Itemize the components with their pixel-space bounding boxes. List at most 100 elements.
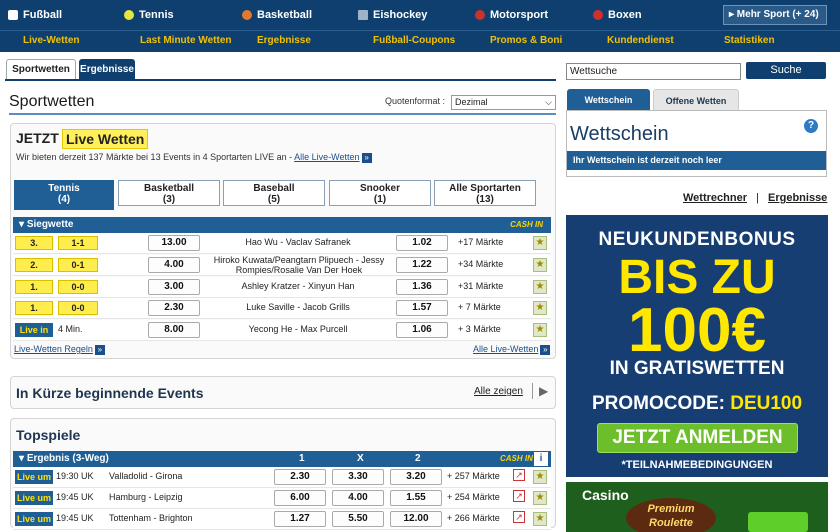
markets-link[interactable]: +17 Märkte xyxy=(458,237,503,247)
star-icon[interactable]: ★ xyxy=(533,236,547,250)
odd-button[interactable]: 4.00 xyxy=(148,257,200,273)
banner-gratiswetten: IN GRATISWETTEN xyxy=(609,358,785,379)
sport-tab-alle[interactable]: Alle Sportarten (13) xyxy=(434,180,536,206)
set-badge: 3. xyxy=(15,236,53,250)
match-name[interactable]: Hiroko Kuwata/Peangtarn Plipuech - Jessy… xyxy=(205,255,393,275)
sport-link-motorsport[interactable]: Motorsport xyxy=(475,5,548,25)
subnav-ergebnisse[interactable]: Ergebnisse xyxy=(257,34,311,48)
star-icon[interactable]: ★ xyxy=(533,280,547,294)
odd-button[interactable]: 1.57 xyxy=(396,300,448,316)
odd-button[interactable]: 1.55 xyxy=(390,490,442,506)
tab-offene-wetten[interactable]: Offene Wetten xyxy=(653,89,739,111)
odd-button[interactable]: 8.00 xyxy=(148,322,200,338)
tab-wettschein[interactable]: Wettschein xyxy=(567,89,650,111)
casino-play-button[interactable] xyxy=(748,512,808,532)
markets-link[interactable]: + 3 Märkte xyxy=(458,324,501,334)
markets-link[interactable]: + 257 Märkte xyxy=(447,471,500,481)
odd-button[interactable]: 2.30 xyxy=(148,300,200,316)
sport-link-boxen[interactable]: Boxen xyxy=(593,5,642,25)
star-icon[interactable]: ★ xyxy=(533,512,547,526)
quotenformat-select[interactable]: Dezimal ⌵ xyxy=(451,95,556,110)
sport-tab-tennis[interactable]: Tennis (4) xyxy=(14,180,114,210)
sub-navigation: Live-Wetten Last Minute Wetten Ergebniss… xyxy=(0,30,840,52)
basketball-icon xyxy=(242,10,252,20)
stats-icon[interactable]: ↗ xyxy=(513,469,525,481)
all-live-wetten-link[interactable]: Alle Live-Wetten xyxy=(294,152,359,162)
odd-button[interactable]: 3.00 xyxy=(148,279,200,295)
match-name[interactable]: Tottenham - Brighton xyxy=(109,513,193,523)
bonus-banner[interactable]: NEUKUNDENBONUS BIS ZU 100€ IN GRATISWETT… xyxy=(566,215,828,477)
match-name[interactable]: Luke Saville - Jacob Grills xyxy=(203,302,393,312)
subnav-live-wetten[interactable]: Live-Wetten xyxy=(23,34,80,48)
tennis-ball-icon xyxy=(124,10,134,20)
markets-link[interactable]: + 254 Märkte xyxy=(447,492,500,502)
live-wetten-badge: Live Wetten xyxy=(62,129,149,149)
sport-tab-basketball[interactable]: Basketball (3) xyxy=(118,180,220,206)
search-input[interactable]: Wettsuche xyxy=(566,63,741,80)
stats-icon[interactable]: ↗ xyxy=(513,490,525,502)
sport-link-tennis[interactable]: Tennis xyxy=(124,5,174,25)
match-name[interactable]: Yecong He - Max Purcell xyxy=(203,324,393,334)
sport-tab-baseball[interactable]: Baseball (5) xyxy=(223,180,325,206)
subnav-last-minute[interactable]: Last Minute Wetten xyxy=(140,34,231,48)
subnav-kundendienst[interactable]: Kundendienst xyxy=(607,34,674,48)
star-icon[interactable]: ★ xyxy=(533,258,547,272)
markets-link[interactable]: +31 Märkte xyxy=(458,281,503,291)
odd-button[interactable]: 1.36 xyxy=(396,279,448,295)
live-um-badge: Live um xyxy=(15,491,53,505)
upcoming-title: In Kürze beginnende Events xyxy=(16,385,204,401)
match-name[interactable]: Hamburg - Leipzig xyxy=(109,492,183,502)
casino-label: Casino xyxy=(582,487,629,503)
sport-link-eishockey[interactable]: Eishockey xyxy=(358,5,427,25)
wettschein-empty-message: Ihr Wettschein ist derzeit noch leer xyxy=(567,151,826,170)
match-name[interactable]: Ashley Kratzer - Xinyun Han xyxy=(203,281,393,291)
sport-link-basketball[interactable]: Basketball xyxy=(242,5,312,25)
stats-icon[interactable]: ↗ xyxy=(513,511,525,523)
odd-button[interactable]: 2.30 xyxy=(274,469,326,485)
odd-button[interactable]: 1.22 xyxy=(396,257,448,273)
odd-button[interactable]: 1.02 xyxy=(396,235,448,251)
match-name[interactable]: Hao Wu - Vaclav Safranek xyxy=(203,237,393,247)
subnav-statistiken[interactable]: Statistiken xyxy=(724,34,775,48)
subnav-promos[interactable]: Promos & Boni xyxy=(490,34,562,48)
odd-button[interactable]: 1.06 xyxy=(396,322,448,338)
jetzt-label: JETZT xyxy=(16,130,59,146)
alle-live-wetten-link[interactable]: Alle Live-Wetten» xyxy=(473,344,551,355)
odd-button[interactable]: 6.00 xyxy=(274,490,326,506)
odd-button[interactable]: 4.00 xyxy=(332,490,384,506)
more-sports-button[interactable]: ▸ Mehr Sport (+ 24) xyxy=(723,5,827,25)
kickoff-time: 19:30 UK xyxy=(56,471,94,481)
topspiel-row: Live um 19:45 UK Hamburg - Leipzig 6.00 … xyxy=(13,488,551,509)
markets-link[interactable]: + 7 Märkte xyxy=(458,302,501,312)
live-wetten-regeln-link[interactable]: Live-Wetten Regeln» xyxy=(14,344,105,355)
kickoff-time: 19:45 UK xyxy=(56,492,94,502)
odd-button[interactable]: 3.30 xyxy=(332,469,384,485)
chevron-right-icon[interactable]: ▶ xyxy=(539,384,548,398)
alle-zeigen-link[interactable]: Alle zeigen xyxy=(474,386,523,397)
help-icon[interactable]: ? xyxy=(804,119,818,133)
odd-button[interactable]: 13.00 xyxy=(148,235,200,251)
star-icon[interactable]: ★ xyxy=(533,470,547,484)
live-info-text: Wir bieten derzeit 137 Märkte bei 13 Eve… xyxy=(16,152,372,163)
register-button[interactable]: JETZT ANMELDEN xyxy=(597,423,798,453)
match-name[interactable]: Valladolid - Girona xyxy=(109,471,182,481)
ergebnisse-link[interactable]: Ergebnisse xyxy=(768,192,827,204)
tab-sportwetten[interactable]: Sportwetten xyxy=(6,59,76,80)
football-icon xyxy=(8,10,18,20)
subnav-fussball-coupons[interactable]: Fußball-Coupons xyxy=(373,34,455,48)
search-button[interactable]: Suche xyxy=(746,62,826,79)
link-separator: | xyxy=(756,192,759,204)
sport-link-fussball[interactable]: Fußball xyxy=(8,5,62,25)
star-icon[interactable]: ★ xyxy=(533,323,547,337)
tab-ergebnisse[interactable]: Ergebnisse xyxy=(79,59,135,80)
wettrechner-link[interactable]: Wettrechner xyxy=(683,192,747,204)
markets-link[interactable]: + 266 Märkte xyxy=(447,513,500,523)
banner-terms[interactable]: *TEILNAHMEBEDINGUNGEN xyxy=(566,459,828,471)
markets-link[interactable]: +34 Märkte xyxy=(458,259,503,269)
sport-tab-snooker[interactable]: Snooker (1) xyxy=(329,180,431,206)
live-um-badge: Live um xyxy=(15,512,53,526)
star-icon[interactable]: ★ xyxy=(533,491,547,505)
info-icon[interactable]: i xyxy=(534,452,548,466)
star-icon[interactable]: ★ xyxy=(533,301,547,315)
odd-button[interactable]: 3.20 xyxy=(390,469,442,485)
